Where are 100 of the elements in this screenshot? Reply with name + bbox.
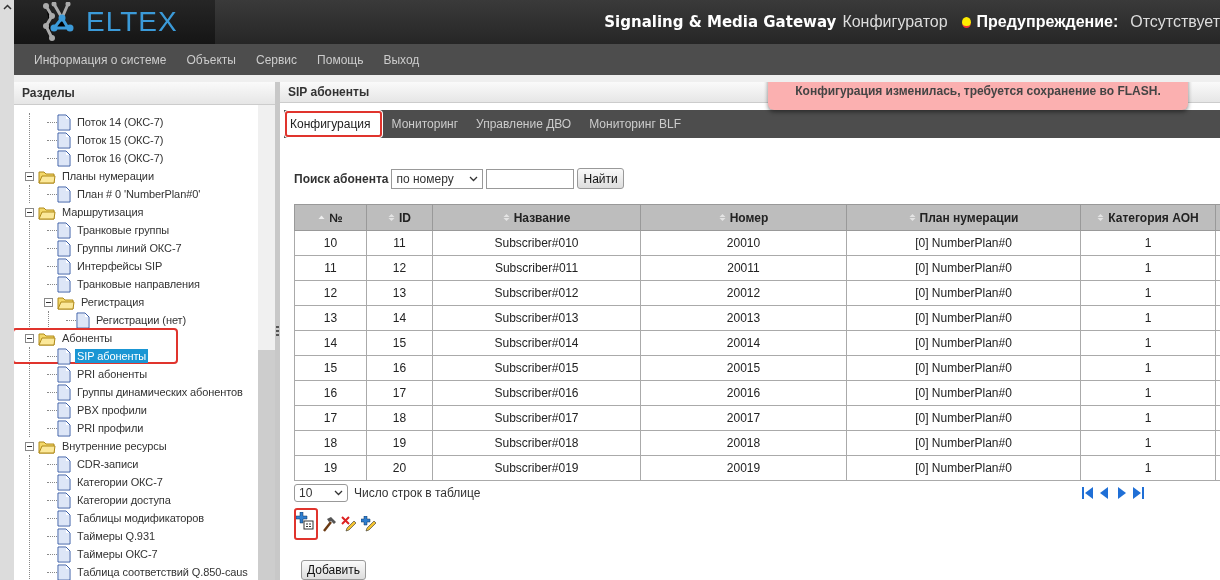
scrollbar[interactable] xyxy=(258,105,275,580)
delete-edit-icon[interactable] xyxy=(341,516,357,533)
splitter-handle-icon[interactable] xyxy=(276,326,279,336)
column-header[interactable]: Название xyxy=(432,204,641,231)
column-header[interactable]: Категория АОН xyxy=(1080,204,1216,231)
page-icon xyxy=(57,347,71,365)
menu-item[interactable]: Информация о системе xyxy=(24,52,177,67)
tree-item[interactable]: Планы нумерации xyxy=(60,169,156,183)
tree-item[interactable]: Транковые направления xyxy=(75,277,202,291)
table-cell: 20019 xyxy=(640,455,847,481)
tree-item[interactable]: Таймеры Q.931 xyxy=(75,529,157,543)
tree-item[interactable]: PBX профили xyxy=(75,403,149,417)
table-cell: 14 xyxy=(294,330,367,356)
collapse-icon[interactable] xyxy=(24,333,34,343)
warning-value: Отсутствует xyxy=(1130,13,1220,31)
find-button[interactable]: Найти xyxy=(577,168,624,190)
tree-item[interactable]: Таймеры ОКС-7 xyxy=(75,547,160,561)
tree-item[interactable]: PRI профили xyxy=(75,421,146,435)
table-cell: [0] NumberPlan#0 xyxy=(846,255,1081,281)
tree-item[interactable]: Транковые группы xyxy=(75,223,172,237)
hammer-icon[interactable] xyxy=(321,516,337,533)
menu-item[interactable]: Сервис xyxy=(246,52,308,67)
menu-item[interactable]: Объекты xyxy=(176,52,246,67)
table-cell: 1 xyxy=(1080,455,1216,481)
page-icon xyxy=(57,149,71,167)
tree-item[interactable]: Группы динамических абонентов xyxy=(75,385,245,399)
collapse-icon[interactable] xyxy=(24,171,34,181)
add-button[interactable]: Добавить xyxy=(301,560,367,580)
folder-icon xyxy=(38,330,56,346)
caret-icon[interactable] xyxy=(469,175,479,182)
page-icon xyxy=(57,257,71,275)
table-cell: 1 xyxy=(1080,405,1216,431)
tree-item[interactable]: Таблица соответствий Q.850-caus xyxy=(75,565,250,579)
tree-item[interactable]: Внутренние ресурсы xyxy=(60,439,169,453)
column-header[interactable]: Номер xyxy=(640,204,847,231)
table-cell: 11 xyxy=(294,255,367,281)
page-icon xyxy=(57,419,71,437)
table-cell: [0] NumberPlan#0 xyxy=(846,380,1081,406)
caret-icon[interactable] xyxy=(334,490,343,497)
add-edit-icon[interactable] xyxy=(361,516,377,533)
table-cell: 15 xyxy=(366,330,433,356)
search-mode-dropdown[interactable]: по номеру xyxy=(391,168,484,189)
table-cell: 1 xyxy=(1080,280,1216,306)
collapse-icon[interactable] xyxy=(43,297,53,307)
table-cell: 15 xyxy=(294,355,367,381)
table-cell: 19 xyxy=(294,455,367,481)
tree-item[interactable]: Категории ОКС-7 xyxy=(75,475,165,489)
collapse-icon[interactable] xyxy=(24,441,34,451)
tab[interactable]: Мониторинг BLF xyxy=(580,110,691,139)
scroll-up-icon[interactable] xyxy=(2,4,12,10)
tab[interactable]: Управление ДВО xyxy=(467,110,581,139)
table-cell: Subscriber#013 xyxy=(432,305,641,331)
tree-item[interactable]: Таблицы модификаторов xyxy=(75,511,207,525)
tree-item[interactable]: Регистрация xyxy=(79,295,147,309)
page-icon xyxy=(57,509,71,527)
table-cell: Subscriber#018 xyxy=(432,430,641,456)
page-icon xyxy=(57,275,71,293)
table-cell: [0] NumberPlan#0 xyxy=(846,455,1081,481)
menu-item[interactable]: Выход xyxy=(373,52,430,67)
column-header[interactable]: ID xyxy=(366,204,433,231)
table-cell: 20017 xyxy=(640,405,847,431)
tree-item[interactable]: Группы линий ОКС-7 xyxy=(75,241,184,255)
previous-page-icon[interactable] xyxy=(1099,487,1110,500)
tree-item[interactable]: Поток 15 (ОКС-7) xyxy=(75,133,166,147)
tree-item[interactable]: Маршрутизация xyxy=(60,205,146,219)
tab[interactable]: Конфигурация xyxy=(284,110,383,139)
page-size-dropdown[interactable]: 10 xyxy=(294,484,348,503)
table-cell: 16 xyxy=(366,355,433,381)
next-page-icon[interactable] xyxy=(1116,487,1127,500)
table-cell: [0] NumberPlan#0 xyxy=(846,405,1081,431)
tree-item[interactable]: План # 0 'NumberPlan#0' xyxy=(75,187,203,201)
collapse-icon[interactable] xyxy=(24,207,34,217)
table-cell: 10 xyxy=(294,230,367,256)
menu-item[interactable]: Помощь xyxy=(307,52,374,67)
tree-item[interactable]: Интерфейсы SIP xyxy=(75,259,165,273)
first-page-icon[interactable] xyxy=(1082,487,1093,500)
page-icon xyxy=(57,473,71,491)
column-header[interactable]: План нумерации xyxy=(846,204,1081,231)
table-cell: [0] NumberPlan#0 xyxy=(846,355,1081,381)
last-page-icon[interactable] xyxy=(1133,487,1144,500)
table-cell: 1 xyxy=(1080,430,1216,456)
search-field[interactable] xyxy=(486,168,575,189)
table-cell: 17 xyxy=(294,405,367,431)
table-cell: 12 xyxy=(366,255,433,281)
tree-item[interactable]: PRI абоненты xyxy=(75,367,149,381)
tree-item[interactable]: Абоненты xyxy=(60,331,115,345)
tree-item[interactable]: Поток 16 (ОКС-7) xyxy=(75,151,166,165)
table-cell: Subscriber#014 xyxy=(432,330,641,356)
table-cell: 19 xyxy=(366,430,433,456)
tree-item[interactable]: Категории доступа xyxy=(75,493,173,507)
folder-icon xyxy=(38,438,56,454)
tree-item[interactable]: Поток 14 (ОКС-7) xyxy=(75,115,166,129)
page-icon xyxy=(57,545,71,563)
tree-item[interactable]: CDR-записи xyxy=(75,457,141,471)
tree-item[interactable]: Регистрации (нет) xyxy=(94,313,189,327)
logo-text: ELTEX xyxy=(86,6,178,38)
column-header[interactable]: № xyxy=(294,204,367,231)
tab[interactable]: Мониторинг xyxy=(382,110,468,139)
add-row-icon[interactable] xyxy=(296,512,314,531)
page-size-label: Число строк в таблице xyxy=(354,486,481,501)
